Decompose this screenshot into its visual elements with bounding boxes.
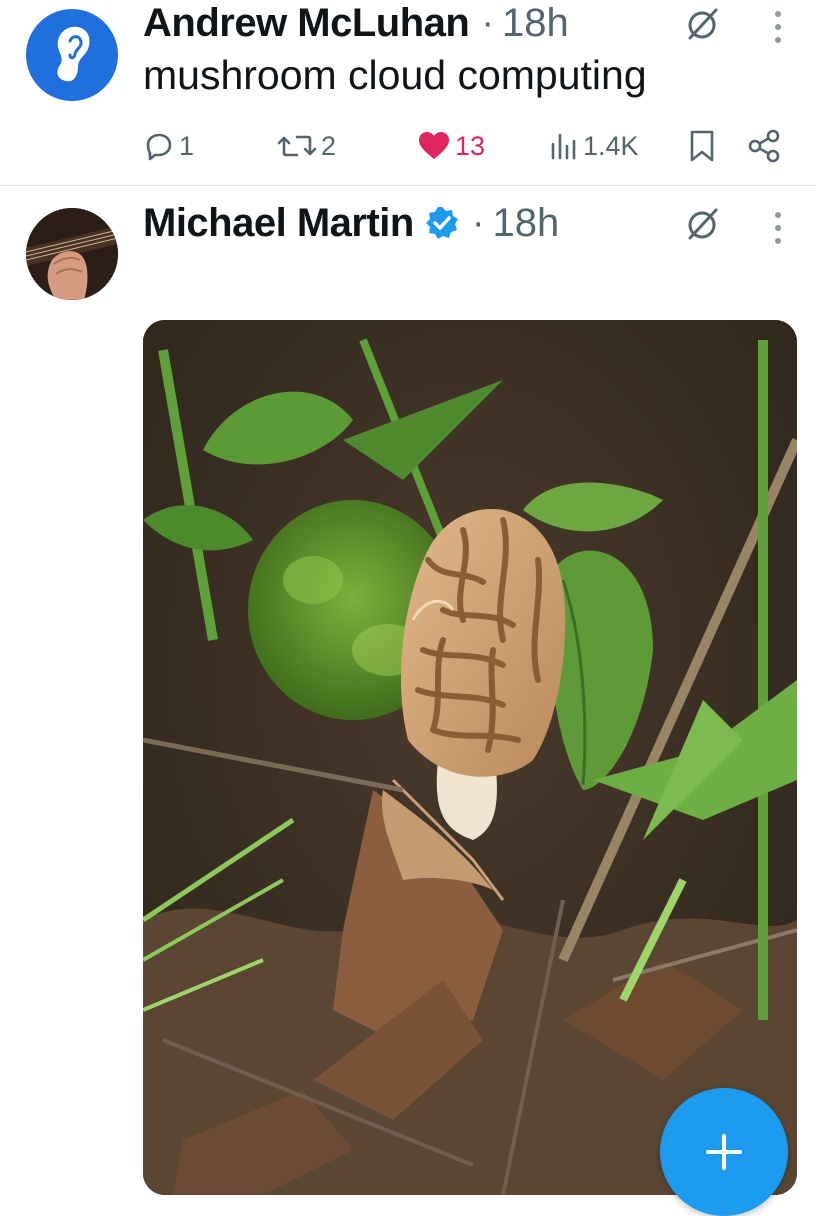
- compose-button[interactable]: [660, 1088, 788, 1216]
- grok-icon[interactable]: [684, 5, 722, 43]
- author-name[interactable]: Andrew McLuhan: [143, 1, 470, 46]
- plus-icon: [706, 1134, 742, 1170]
- tweet-divider: [0, 185, 816, 186]
- avatar[interactable]: [26, 208, 118, 300]
- view-count: 1.4K: [583, 130, 639, 161]
- tweet-actions: 1 2 13 1.4K: [143, 124, 783, 168]
- grok-icon[interactable]: [684, 205, 722, 243]
- analytics-icon: [551, 133, 576, 160]
- repost-icon: [277, 135, 317, 157]
- reply-icon: [146, 133, 172, 161]
- bookmark-button[interactable]: [688, 124, 716, 168]
- share-icon: [748, 129, 780, 163]
- timestamp[interactable]: 18h: [502, 1, 569, 46]
- repost-count: 2: [321, 130, 337, 161]
- bookmark-icon: [690, 130, 714, 162]
- tweet-andrew-mcluhan[interactable]: Andrew McLuhan · 18h mushroom cloud comp…: [0, 0, 816, 186]
- tweet-media-photo[interactable]: [143, 320, 797, 1195]
- reply-count: 1: [179, 130, 195, 161]
- like-count: 13: [455, 130, 486, 161]
- morel-mushroom-image: [143, 320, 797, 1195]
- author-line: Michael Martin · 18h: [143, 199, 559, 247]
- guitar-photo: [26, 208, 118, 300]
- verified-badge-icon: [425, 207, 458, 239]
- views-button[interactable]: 1.4K: [549, 124, 639, 168]
- share-button[interactable]: [747, 124, 781, 168]
- separator-dot: ·: [471, 201, 485, 244]
- tweet-text: mushroom cloud computing: [143, 52, 647, 98]
- separator-dot: ·: [481, 1, 494, 44]
- avatar[interactable]: [26, 9, 118, 101]
- more-options-icon[interactable]: [774, 211, 782, 245]
- author-name[interactable]: Michael Martin: [143, 201, 414, 246]
- more-options-icon[interactable]: [774, 10, 782, 44]
- reply-button[interactable]: 1: [143, 124, 194, 168]
- repost-button[interactable]: 2: [277, 124, 336, 168]
- like-button[interactable]: 13: [417, 124, 485, 168]
- timestamp[interactable]: 18h: [493, 201, 560, 246]
- ear-icon: [57, 26, 90, 82]
- heart-filled-icon: [419, 132, 449, 159]
- author-line: Andrew McLuhan · 18h: [143, 0, 569, 46]
